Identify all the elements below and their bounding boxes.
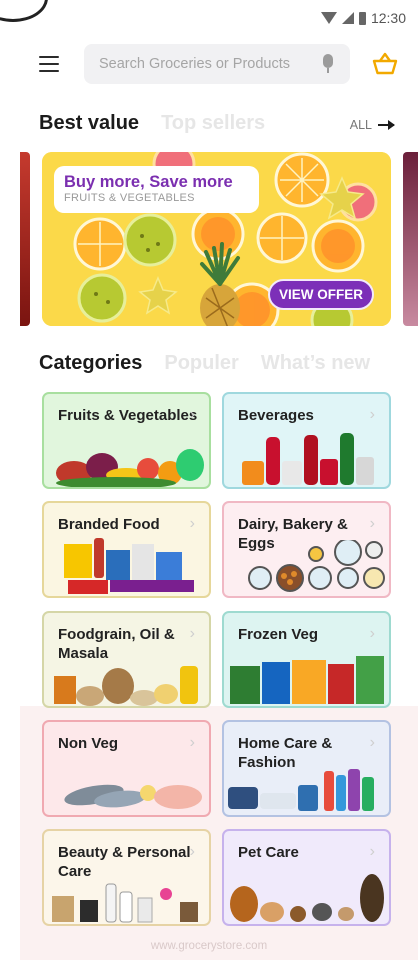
pets-illustration <box>230 874 384 922</box>
home-care-illustration <box>228 769 374 811</box>
chevron-right-icon: › <box>189 515 195 532</box>
footer-url: www.grocerystore.com <box>150 940 268 952</box>
category-card-beverages[interactable]: Beverages › <box>222 392 391 489</box>
category-card-non-veg[interactable]: Non Veg › <box>42 720 211 817</box>
status-bar: 12:30 <box>0 0 418 36</box>
category-label: Non Veg <box>58 735 119 752</box>
category-label: Branded Food <box>58 516 160 533</box>
category-card-beauty-personal-care[interactable]: Beauty & Personal Care › <box>42 829 211 926</box>
category-label: Frozen Veg <box>238 626 319 643</box>
chevron-right-icon: › <box>369 734 375 751</box>
banner-prev-peek[interactable] <box>20 152 30 326</box>
category-label: Fruits & Vegetables <box>58 407 198 424</box>
app-screen: 12:30 Best value Top sellers ALL <box>0 0 418 960</box>
category-card-fruits-vegetables[interactable]: Fruits & Vegetables › <box>42 392 211 489</box>
seafood-meat-illustration <box>64 784 202 809</box>
chevron-right-icon: › <box>189 406 195 423</box>
category-card-frozen-veg[interactable]: Frozen Veg › <box>222 611 391 708</box>
tab-top-sellers[interactable]: Top sellers <box>161 112 265 134</box>
category-tabs: Categories Populer What’s new <box>39 352 408 378</box>
status-time: 12:30 <box>370 10 406 26</box>
search-input[interactable] <box>99 56 311 72</box>
arrow-right-icon <box>378 120 395 130</box>
packaged-food-illustration <box>64 538 194 594</box>
search-bar[interactable] <box>84 44 350 84</box>
best-value-tabs: Best value Top sellers ALL <box>39 112 395 138</box>
promo-headline: Buy more, Save more <box>64 173 233 191</box>
chevron-right-icon: › <box>189 843 195 860</box>
promo-card: Buy more, Save more FRUITS & VEGETABLES <box>54 166 259 213</box>
status-icons: 12:30 <box>320 10 406 26</box>
tab-best-value[interactable]: Best value <box>39 112 139 134</box>
dairy-bowls-illustration <box>248 540 385 592</box>
beverage-bottles-illustration <box>242 433 374 485</box>
beauty-products-illustration <box>52 883 198 923</box>
grains-illustration <box>54 666 198 706</box>
camera-cutout <box>0 0 48 22</box>
all-label: ALL <box>349 118 372 132</box>
category-label: Beverages <box>238 407 314 424</box>
chevron-right-icon: › <box>369 843 375 860</box>
category-card-branded-food[interactable]: Branded Food › <box>42 501 211 598</box>
offer-banner[interactable]: Buy more, Save more FRUITS & VEGETABLES … <box>42 152 391 326</box>
category-card-dairy-bakery-eggs[interactable]: Dairy, Bakery & Eggs › <box>222 501 391 598</box>
promo-subline: FRUITS & VEGETABLES <box>64 192 195 204</box>
banner-next-peek[interactable] <box>403 152 418 326</box>
chevron-right-icon: › <box>369 625 375 642</box>
category-card-foodgrain-oil-masala[interactable]: Foodgrain, Oil & Masala › <box>42 611 211 708</box>
tab-categories[interactable]: Categories <box>39 352 142 374</box>
battery-icon <box>358 11 366 25</box>
signal-icon <box>341 12 354 24</box>
category-card-pet-care[interactable]: Pet Care › <box>222 829 391 926</box>
app-header <box>0 44 418 84</box>
frozen-packs-illustration <box>230 656 384 704</box>
wifi-icon <box>320 12 337 24</box>
category-card-home-care-fashion[interactable]: Home Care & Fashion › <box>222 720 391 817</box>
produce-illustration <box>56 449 204 487</box>
view-offer-button[interactable]: VIEW OFFER <box>268 279 374 310</box>
tab-whats-new[interactable]: What’s new <box>261 352 370 374</box>
chevron-right-icon: › <box>369 406 375 423</box>
chevron-right-icon: › <box>189 625 195 642</box>
category-label: Pet Care <box>238 844 299 861</box>
chevron-right-icon: › <box>189 734 195 751</box>
hamburger-icon[interactable] <box>39 56 59 72</box>
mic-icon[interactable] <box>322 54 334 74</box>
category-label: Beauty & Personal Care <box>58 844 191 880</box>
chevron-right-icon: › <box>369 515 375 532</box>
tab-populer[interactable]: Populer <box>164 352 238 374</box>
basket-icon[interactable] <box>372 52 398 76</box>
all-link[interactable]: ALL <box>349 118 395 132</box>
